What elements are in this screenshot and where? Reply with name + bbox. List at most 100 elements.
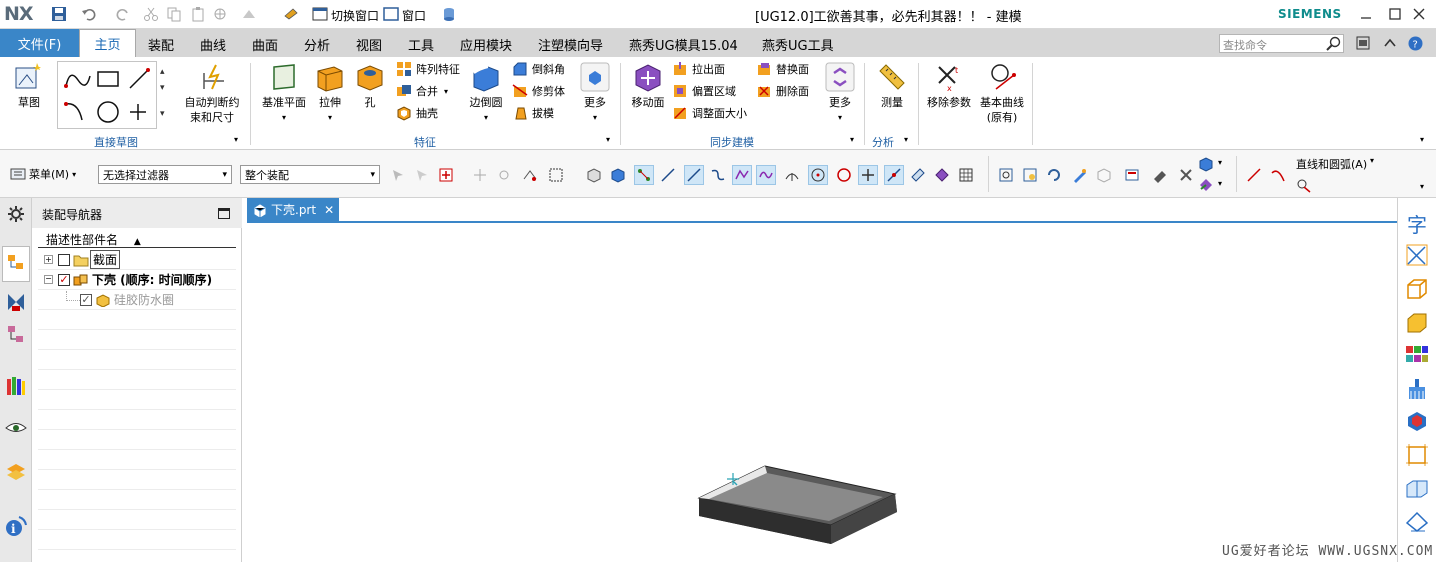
brush-icon[interactable]	[1404, 376, 1430, 402]
reuse-library-icon[interactable]	[4, 374, 28, 398]
toolbar-overflow-icon[interactable]: ▾	[1420, 182, 1424, 191]
group-feature-menu-icon[interactable]: ▾	[606, 135, 610, 144]
column-header[interactable]: 描述性部件名 ▲	[38, 229, 236, 248]
cut-icon[interactable]	[142, 5, 160, 23]
pull-face-button[interactable]: 拉出面	[672, 59, 725, 79]
orient-view-menu-icon[interactable]: ▾	[1218, 158, 1222, 167]
orient-view-icon[interactable]	[1198, 156, 1214, 175]
tab-tools[interactable]: 工具	[408, 35, 434, 54]
tab-yanxiu-tools[interactable]: 燕秀UG工具	[762, 35, 834, 54]
constraint-navigator-icon[interactable]	[4, 290, 28, 314]
settings-gear-icon[interactable]	[4, 202, 28, 226]
maximize-panel-icon[interactable]	[218, 208, 230, 219]
bounded-grid-icon[interactable]	[932, 165, 952, 185]
general-selection-icon[interactable]	[436, 165, 456, 185]
shaded-box-icon[interactable]	[1404, 310, 1430, 336]
selection-filter-dropdown[interactable]: 无选择过滤器 ▾	[98, 165, 232, 184]
tab-curve[interactable]: 曲线	[200, 35, 226, 54]
chamfer-button[interactable]: 倒斜角	[512, 59, 565, 79]
replace-face-button[interactable]: 替换面	[756, 59, 809, 79]
line-tool-icon[interactable]	[1244, 165, 1264, 185]
pick-icon[interactable]	[494, 165, 514, 185]
collapse-ribbon-icon[interactable]	[1383, 36, 1397, 53]
redo-icon[interactable]	[114, 5, 132, 23]
section-view-icon[interactable]	[1404, 408, 1430, 434]
paste-special-icon[interactable]	[212, 5, 230, 23]
visibility-checkbox[interactable]: ✓	[58, 273, 70, 286]
file-menu-tab[interactable]: 文件(F)	[0, 29, 79, 57]
sketch-button[interactable]: 草图	[10, 61, 48, 110]
assembly-navigator-icon[interactable]	[2, 246, 30, 282]
visualization-eye-icon[interactable]	[4, 416, 28, 440]
line-arc-menu[interactable]: 直线和圆弧(A)	[1296, 156, 1367, 172]
pan-icon[interactable]	[1070, 165, 1090, 185]
line-icon[interactable]	[658, 165, 678, 185]
point-tool-icon[interactable]	[1296, 178, 1312, 197]
color-palette-icon[interactable]	[1404, 342, 1430, 368]
quadrant-icon[interactable]	[834, 165, 854, 185]
view-triad-menu-icon[interactable]: ▾	[1218, 179, 1222, 188]
arc-center-icon[interactable]	[782, 165, 802, 185]
group-direct-sketch-menu-icon[interactable]: ▾	[234, 135, 238, 144]
arc-tool-icon[interactable]	[1268, 165, 1288, 185]
maximize-icon[interactable]	[1384, 4, 1406, 24]
point-on-face-icon[interactable]	[908, 165, 928, 185]
edit-section-icon[interactable]	[1150, 165, 1170, 185]
document-tab[interactable]: 下壳.prt ✕	[247, 198, 339, 221]
visibility-checkbox[interactable]	[58, 253, 70, 266]
visibility-checkbox[interactable]: ✓	[80, 293, 92, 306]
deselect-icon[interactable]	[412, 165, 432, 185]
background-icon[interactable]	[1176, 165, 1196, 185]
close-tab-icon[interactable]: ✕	[324, 203, 334, 217]
polyline-icon[interactable]	[732, 165, 752, 185]
rectangle-select-icon[interactable]	[546, 165, 566, 185]
copy-icon[interactable]	[165, 5, 183, 23]
body-icon[interactable]	[608, 165, 628, 185]
erase-icon[interactable]	[1404, 508, 1430, 534]
zoom-icon[interactable]	[1020, 165, 1040, 185]
intersection-icon[interactable]	[858, 165, 878, 185]
pattern-feature-button[interactable]: 阵列特征	[396, 59, 460, 79]
tab-yanxiu-mold[interactable]: 燕秀UG模具15.04	[629, 35, 738, 54]
tab-surface[interactable]: 曲面	[252, 35, 278, 54]
draft-button[interactable]: 拔模	[512, 103, 554, 123]
shell-button[interactable]: 抽壳	[396, 103, 438, 123]
graphics-window[interactable]: 下壳.prt ✕	[247, 198, 1397, 562]
auto-dimension-button[interactable]: 自动判断约 束和尺寸	[182, 61, 242, 125]
collapse-icon[interactable]: −	[44, 275, 53, 284]
menu-button[interactable]: 菜单(M) ▾	[10, 166, 76, 182]
tab-application[interactable]: 应用模块	[460, 35, 512, 54]
view-box-icon[interactable]	[1404, 276, 1430, 302]
close-icon[interactable]	[1408, 4, 1430, 24]
group-sync-menu-icon[interactable]: ▾	[850, 135, 854, 144]
move-face-button[interactable]: 移动面	[627, 61, 669, 110]
curve-icon[interactable]	[708, 165, 728, 185]
text-annotation-icon[interactable]: 字	[1404, 210, 1430, 237]
touch-mode-icon[interactable]	[282, 5, 300, 23]
roles-icon[interactable]	[4, 460, 28, 484]
switch-window-label[interactable]: 切换窗口	[331, 7, 379, 24]
tab-view[interactable]: 视图	[356, 35, 382, 54]
window-menu-label[interactable]: 窗口	[402, 7, 426, 24]
remove-parameters-button[interactable]: tx 移除参数	[924, 61, 974, 110]
ribbon-overflow-icon[interactable]: ▾	[1420, 135, 1424, 144]
tab-home[interactable]: 主页	[79, 29, 136, 57]
delete-face-button[interactable]: 删除面	[756, 81, 809, 101]
rendering-style-icon[interactable]	[1122, 165, 1142, 185]
gallery-scroll-down-icon[interactable]: ▾	[160, 83, 165, 93]
minimize-icon[interactable]	[1355, 4, 1377, 24]
dimension-tool-icon[interactable]	[1404, 242, 1430, 268]
save-icon[interactable]	[50, 5, 68, 23]
ribbon-options-icon[interactable]	[1356, 36, 1370, 53]
model-viewport[interactable]	[247, 221, 1397, 562]
select-all-icon[interactable]	[388, 165, 408, 185]
line-arc-menu-chevron-icon[interactable]: ▾	[1370, 156, 1374, 165]
hole-button[interactable]: 孔	[354, 61, 386, 110]
point-on-curve-icon[interactable]	[884, 165, 904, 185]
measure-button[interactable]: 测量	[872, 61, 912, 110]
line-select-icon[interactable]	[684, 165, 704, 185]
box-icon[interactable]	[584, 165, 604, 185]
expand-icon[interactable]: +	[44, 255, 53, 264]
spline-icon[interactable]	[756, 165, 776, 185]
fit-view-icon[interactable]	[996, 165, 1016, 185]
